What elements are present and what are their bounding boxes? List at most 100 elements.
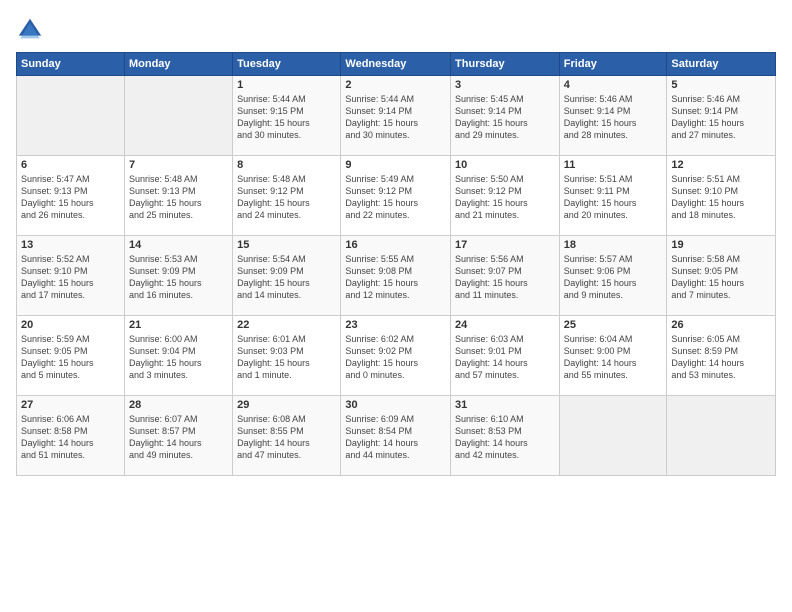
day-info: Sunrise: 5:48 AM Sunset: 9:12 PM Dayligh…: [237, 173, 336, 222]
calendar-cell: 18Sunrise: 5:57 AM Sunset: 9:06 PM Dayli…: [559, 236, 667, 316]
calendar-cell: 30Sunrise: 6:09 AM Sunset: 8:54 PM Dayli…: [341, 396, 451, 476]
day-info: Sunrise: 5:47 AM Sunset: 9:13 PM Dayligh…: [21, 173, 120, 222]
calendar-cell: 6Sunrise: 5:47 AM Sunset: 9:13 PM Daylig…: [17, 156, 125, 236]
day-number: 9: [345, 159, 446, 171]
day-number: 12: [671, 159, 771, 171]
calendar-cell: 8 Sunrise: 5:48 AM Sunset: 9:12 PM Daylig…: [233, 156, 341, 236]
calendar-week-1: 1 Sunrise: 5:44 AM Sunset: 9:15 PM Daylig…: [17, 76, 776, 156]
day-number: 15: [237, 239, 336, 251]
day-info: Sunrise: 5:46 AM Sunset: 9:14 PM Dayligh…: [564, 93, 663, 142]
calendar-table: SundayMondayTuesdayWednesdayThursdayFrid…: [16, 52, 776, 476]
weekday-header-monday: Monday: [124, 53, 232, 76]
day-info: Sunrise: 5:51 AM Sunset: 9:10 PM Dayligh…: [671, 173, 771, 222]
day-info: Sunrise: 5:55 AM Sunset: 9:08 PM Dayligh…: [345, 253, 446, 302]
day-number: 2: [345, 79, 446, 91]
calendar-cell: 4Sunrise: 5:46 AM Sunset: 9:14 PM Daylig…: [559, 76, 667, 156]
day-number: 13: [21, 239, 120, 251]
weekday-header-sunday: Sunday: [17, 53, 125, 76]
calendar-cell: 7 Sunrise: 5:48 AM Sunset: 9:13 PM Daylig…: [124, 156, 232, 236]
day-info: Sunrise: 6:06 AM Sunset: 8:58 PM Dayligh…: [21, 413, 120, 462]
weekday-header-thursday: Thursday: [451, 53, 560, 76]
day-info: Sunrise: 6:10 AM Sunset: 8:53 PM Dayligh…: [455, 413, 555, 462]
day-info: Sunrise: 5:58 AM Sunset: 9:05 PM Dayligh…: [671, 253, 771, 302]
logo: [16, 16, 48, 44]
calendar-week-4: 20 Sunrise: 5:59 AM Sunset: 9:05 PM Dayli…: [17, 316, 776, 396]
calendar-cell: 28 Sunrise: 6:07 AM Sunset: 8:57 PM Dayli…: [124, 396, 232, 476]
calendar-cell: 9Sunrise: 5:49 AM Sunset: 9:12 PM Daylig…: [341, 156, 451, 236]
day-number: 3: [455, 79, 555, 91]
day-number: 8: [237, 159, 336, 171]
day-number: 28: [129, 399, 228, 411]
day-info: Sunrise: 5:46 AM Sunset: 9:14 PM Dayligh…: [671, 93, 771, 142]
day-info: Sunrise: 6:04 AM Sunset: 9:00 PM Dayligh…: [564, 333, 663, 382]
day-info: Sunrise: 5:50 AM Sunset: 9:12 PM Dayligh…: [455, 173, 555, 222]
day-info: Sunrise: 5:44 AM Sunset: 9:14 PM Dayligh…: [345, 93, 446, 142]
day-info: Sunrise: 5:54 AM Sunset: 9:09 PM Dayligh…: [237, 253, 336, 302]
day-info: Sunrise: 6:05 AM Sunset: 8:59 PM Dayligh…: [671, 333, 771, 382]
day-info: Sunrise: 5:44 AM Sunset: 9:15 PM Dayligh…: [237, 93, 336, 142]
calendar-cell: 5 Sunrise: 5:46 AM Sunset: 9:14 PM Daylig…: [667, 76, 776, 156]
calendar-week-3: 13Sunrise: 5:52 AM Sunset: 9:10 PM Dayli…: [17, 236, 776, 316]
day-info: Sunrise: 5:56 AM Sunset: 9:07 PM Dayligh…: [455, 253, 555, 302]
calendar-header: SundayMondayTuesdayWednesdayThursdayFrid…: [17, 53, 776, 76]
day-number: 17: [455, 239, 555, 251]
day-number: 19: [671, 239, 771, 251]
page-container: SundayMondayTuesdayWednesdayThursdayFrid…: [0, 0, 792, 612]
header: [16, 16, 776, 44]
day-info: Sunrise: 5:51 AM Sunset: 9:11 PM Dayligh…: [564, 173, 663, 222]
calendar-cell: [17, 76, 125, 156]
weekday-header-tuesday: Tuesday: [233, 53, 341, 76]
calendar-cell: 1 Sunrise: 5:44 AM Sunset: 9:15 PM Daylig…: [233, 76, 341, 156]
calendar-cell: 17 Sunrise: 5:56 AM Sunset: 9:07 PM Dayli…: [451, 236, 560, 316]
calendar-cell: 12 Sunrise: 5:51 AM Sunset: 9:10 PM Dayli…: [667, 156, 776, 236]
day-info: Sunrise: 6:01 AM Sunset: 9:03 PM Dayligh…: [237, 333, 336, 382]
calendar-cell: 21 Sunrise: 6:00 AM Sunset: 9:04 PM Dayli…: [124, 316, 232, 396]
calendar-cell: 15 Sunrise: 5:54 AM Sunset: 9:09 PM Dayli…: [233, 236, 341, 316]
day-number: 1: [237, 79, 336, 91]
day-info: Sunrise: 5:53 AM Sunset: 9:09 PM Dayligh…: [129, 253, 228, 302]
day-info: Sunrise: 6:00 AM Sunset: 9:04 PM Dayligh…: [129, 333, 228, 382]
calendar-cell: 25 Sunrise: 6:04 AM Sunset: 9:00 PM Dayli…: [559, 316, 667, 396]
calendar-cell: 27 Sunrise: 6:06 AM Sunset: 8:58 PM Dayli…: [17, 396, 125, 476]
weekday-header-saturday: Saturday: [667, 53, 776, 76]
day-info: Sunrise: 5:45 AM Sunset: 9:14 PM Dayligh…: [455, 93, 555, 142]
day-number: 20: [21, 319, 120, 331]
calendar-cell: 22 Sunrise: 6:01 AM Sunset: 9:03 PM Dayli…: [233, 316, 341, 396]
weekday-header-wednesday: Wednesday: [341, 53, 451, 76]
calendar-cell: 23Sunrise: 6:02 AM Sunset: 9:02 PM Dayli…: [341, 316, 451, 396]
calendar-body: 1 Sunrise: 5:44 AM Sunset: 9:15 PM Daylig…: [17, 76, 776, 476]
calendar-cell: 13Sunrise: 5:52 AM Sunset: 9:10 PM Dayli…: [17, 236, 125, 316]
calendar-cell: 10 Sunrise: 5:50 AM Sunset: 9:12 PM Dayli…: [451, 156, 560, 236]
day-number: 5: [671, 79, 771, 91]
day-number: 23: [345, 319, 446, 331]
day-info: Sunrise: 5:59 AM Sunset: 9:05 PM Dayligh…: [21, 333, 120, 382]
day-number: 22: [237, 319, 336, 331]
day-number: 29: [237, 399, 336, 411]
calendar-cell: 14Sunrise: 5:53 AM Sunset: 9:09 PM Dayli…: [124, 236, 232, 316]
day-number: 18: [564, 239, 663, 251]
day-number: 7: [129, 159, 228, 171]
weekday-header-friday: Friday: [559, 53, 667, 76]
calendar-cell: 20 Sunrise: 5:59 AM Sunset: 9:05 PM Dayli…: [17, 316, 125, 396]
calendar-cell: 19 Sunrise: 5:58 AM Sunset: 9:05 PM Dayli…: [667, 236, 776, 316]
day-number: 11: [564, 159, 663, 171]
day-info: Sunrise: 6:08 AM Sunset: 8:55 PM Dayligh…: [237, 413, 336, 462]
calendar-cell: 11 Sunrise: 5:51 AM Sunset: 9:11 PM Dayli…: [559, 156, 667, 236]
calendar-week-5: 27 Sunrise: 6:06 AM Sunset: 8:58 PM Dayli…: [17, 396, 776, 476]
calendar-cell: 24Sunrise: 6:03 AM Sunset: 9:01 PM Dayli…: [451, 316, 560, 396]
calendar-cell: 26Sunrise: 6:05 AM Sunset: 8:59 PM Dayli…: [667, 316, 776, 396]
day-number: 27: [21, 399, 120, 411]
calendar-cell: 16Sunrise: 5:55 AM Sunset: 9:08 PM Dayli…: [341, 236, 451, 316]
weekday-row: SundayMondayTuesdayWednesdayThursdayFrid…: [17, 53, 776, 76]
day-number: 31: [455, 399, 555, 411]
day-number: 21: [129, 319, 228, 331]
logo-icon: [16, 16, 44, 44]
day-number: 25: [564, 319, 663, 331]
calendar-cell: 31 Sunrise: 6:10 AM Sunset: 8:53 PM Dayli…: [451, 396, 560, 476]
day-info: Sunrise: 6:03 AM Sunset: 9:01 PM Dayligh…: [455, 333, 555, 382]
day-number: 10: [455, 159, 555, 171]
day-info: Sunrise: 6:09 AM Sunset: 8:54 PM Dayligh…: [345, 413, 446, 462]
day-info: Sunrise: 6:07 AM Sunset: 8:57 PM Dayligh…: [129, 413, 228, 462]
day-info: Sunrise: 5:48 AM Sunset: 9:13 PM Dayligh…: [129, 173, 228, 222]
calendar-cell: [124, 76, 232, 156]
